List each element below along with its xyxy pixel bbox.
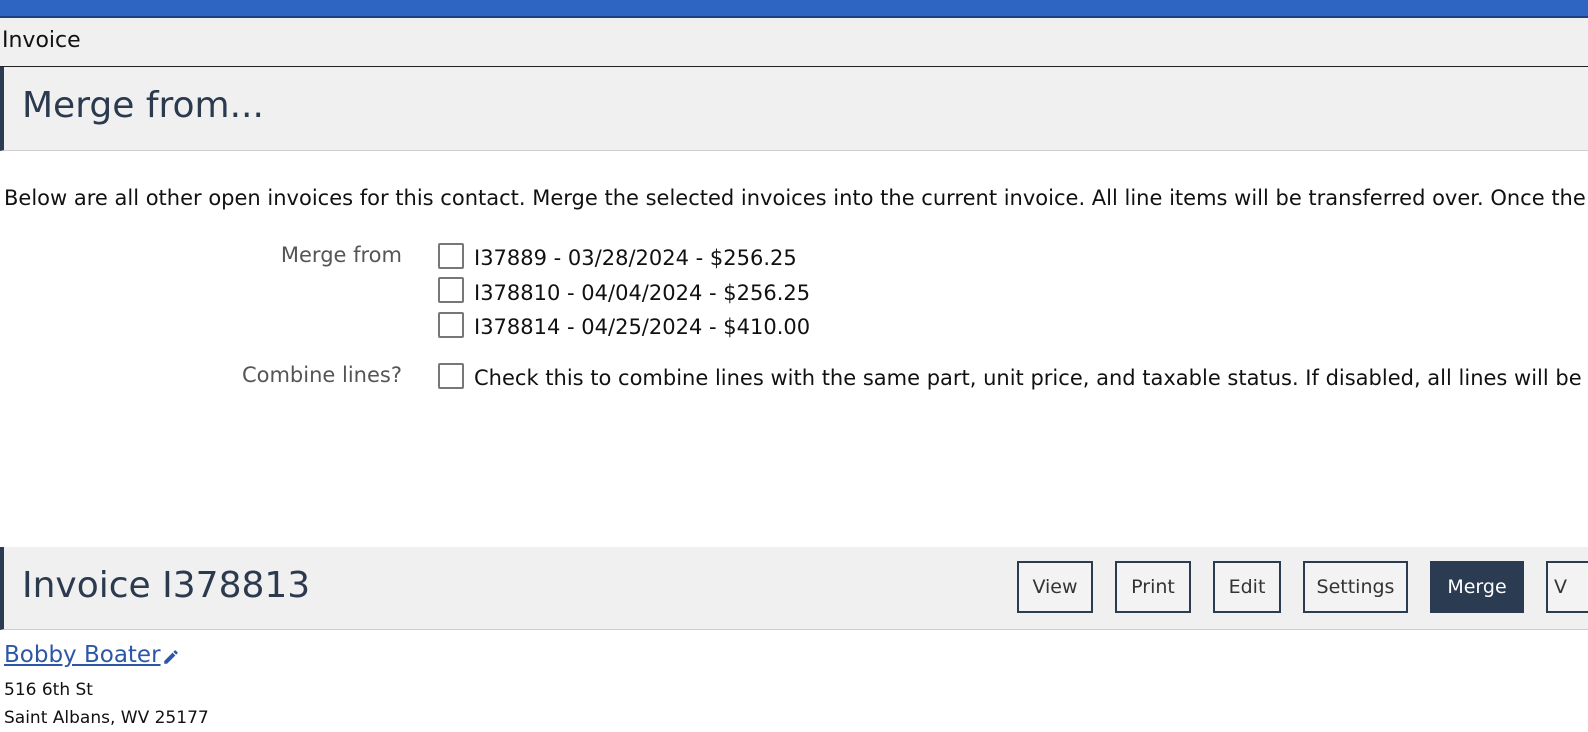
invoice-checkbox[interactable] — [438, 243, 464, 269]
invoice-option-label: I378814 - 04/25/2024 - $410.00 — [474, 315, 811, 339]
settings-button[interactable]: Settings — [1303, 561, 1408, 613]
merge-button[interactable]: Merge — [1430, 561, 1524, 613]
address-line-1: 516 6th St — [4, 680, 93, 700]
invoice-title: Invoice I378813 — [22, 565, 311, 606]
merge-description: Below are all other open invoices for th… — [4, 186, 1588, 210]
partial-button[interactable]: V — [1546, 561, 1588, 613]
combine-lines-text: Check this to combine lines with the sam… — [474, 366, 1588, 390]
pencil-edit-icon[interactable] — [162, 648, 180, 666]
invoice-option-label: I37889 - 03/28/2024 - $256.25 — [474, 246, 797, 270]
print-button[interactable]: Print — [1115, 561, 1191, 613]
tab-strip: Invoice — [0, 18, 1588, 67]
address-line-2: Saint Albans, WV 25177 — [4, 708, 209, 728]
top-bar — [0, 0, 1588, 18]
view-button[interactable]: View — [1017, 561, 1093, 613]
merge-title: Merge from... — [22, 85, 264, 126]
invoice-option-label: I378810 - 04/04/2024 - $256.25 — [474, 281, 811, 305]
edit-button[interactable]: Edit — [1213, 561, 1281, 613]
contact-name-link[interactable]: Bobby Boater — [4, 642, 161, 668]
invoice-checkbox[interactable] — [438, 312, 464, 338]
combine-lines-checkbox[interactable] — [438, 363, 464, 389]
combine-lines-label: Combine lines? — [241, 363, 402, 387]
tab-title[interactable]: Invoice — [2, 28, 81, 53]
merge-section-header: Merge from... — [0, 67, 1588, 151]
merge-from-label: Merge from — [280, 243, 402, 267]
invoice-checkbox[interactable] — [438, 277, 464, 303]
